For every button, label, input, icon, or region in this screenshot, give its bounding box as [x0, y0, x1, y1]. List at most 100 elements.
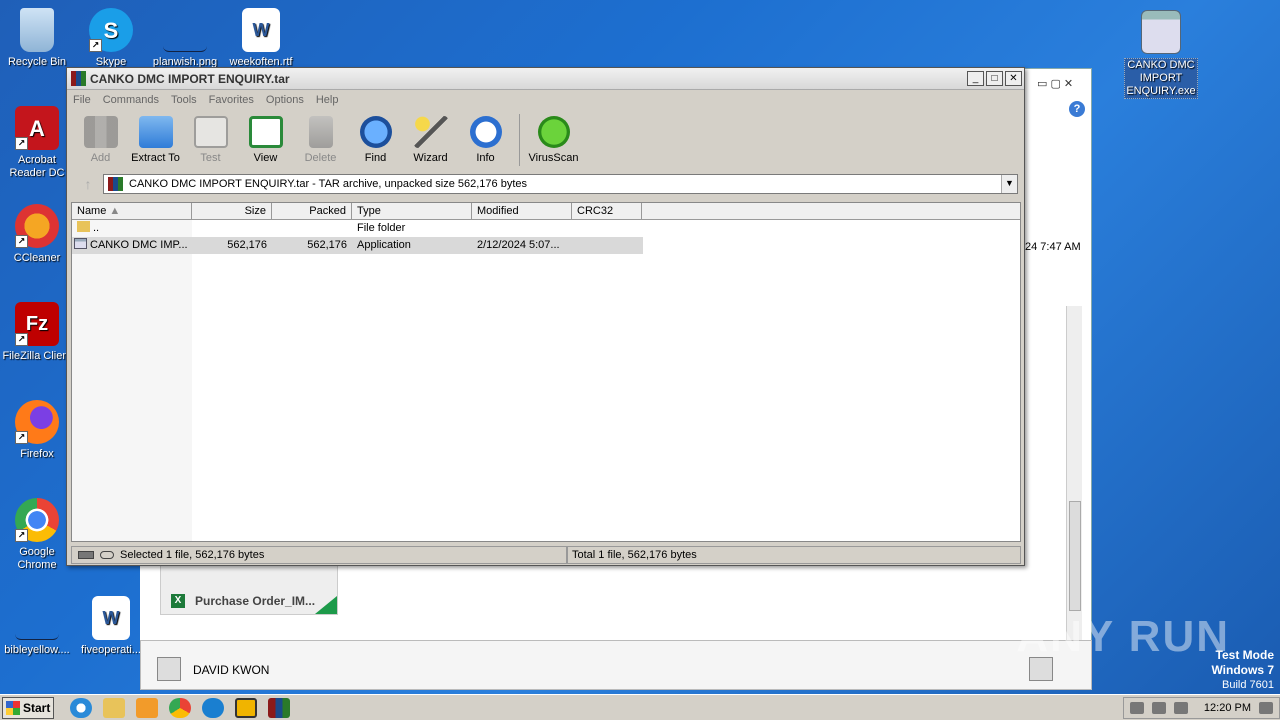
sort-up-icon: ▲	[109, 205, 121, 217]
column-packed[interactable]: Packed	[272, 203, 352, 219]
file-explorer-icon[interactable]	[103, 697, 125, 718]
desktop-icon-recycle-bin[interactable]: Recycle Bin	[0, 8, 74, 69]
image-file-icon	[163, 8, 207, 52]
name-column-shade	[72, 220, 192, 541]
window-title: CANKO DMC IMPORT ENQUIRY.tar	[90, 71, 290, 86]
column-modified[interactable]: Modified	[472, 203, 572, 219]
bug-icon	[537, 116, 570, 148]
desktop-icon-label: bibleyellow....	[4, 644, 70, 656]
chrome-icon: ↗	[15, 498, 59, 542]
path-combobox[interactable]: CANKO DMC IMPORT ENQUIRY.tar - TAR archi…	[103, 174, 1018, 194]
help-icon[interactable]: ?	[1069, 101, 1085, 117]
wand-icon	[413, 116, 448, 148]
menu-file[interactable]: File	[73, 94, 91, 106]
mail-sender-bar: DAVID KWON	[140, 640, 1092, 690]
menu-options[interactable]: Options	[266, 94, 304, 106]
book-icon	[248, 116, 283, 148]
clipboard-icon	[193, 116, 228, 148]
attachment-corner-icon	[315, 596, 337, 614]
table-row[interactable]: .. File folder	[72, 220, 643, 237]
trash-icon	[308, 116, 333, 148]
filezilla-icon: Fz ↗	[15, 302, 59, 346]
menu-help[interactable]: Help	[316, 94, 339, 106]
network-icon[interactable]	[1151, 701, 1166, 714]
virusscan-button[interactable]: VirusScan	[526, 112, 581, 168]
shortcut-arrow-icon: ↗	[89, 39, 102, 52]
outlook-icon[interactable]	[235, 697, 257, 718]
desktop-icon-planwish[interactable]: planwish.png	[148, 8, 222, 69]
winrar-window[interactable]: CANKO DMC IMPORT ENQUIRY.tar _ □ ✕ File …	[66, 67, 1025, 566]
desktop-icon-canko-exe[interactable]: CANKO DMC IMPORT ENQUIRY.exe	[1124, 10, 1198, 99]
word-document-icon: W	[92, 596, 130, 640]
attachment-card[interactable]: X Purchase Order_IM...	[160, 565, 338, 615]
shortcut-arrow-icon: ↗	[15, 137, 28, 150]
winrar-icon[interactable]	[268, 697, 290, 718]
table-row-selected[interactable]: CANKO DMC IMP... 562,176 562,176 Applica…	[72, 237, 643, 254]
info-button[interactable]: Info	[458, 112, 513, 168]
find-button[interactable]: Find	[348, 112, 403, 168]
media-player-icon[interactable]	[136, 697, 158, 718]
excel-icon: X	[171, 594, 185, 608]
desktop-icon-weekoften[interactable]: W weekoften.rtf	[224, 8, 298, 69]
speaker-icon[interactable]	[1129, 701, 1144, 714]
desktop-icon-label: Recycle Bin	[7, 56, 67, 68]
archive-icon	[108, 177, 123, 191]
close-button[interactable]: ✕	[1005, 71, 1022, 86]
desktop-icon-filezilla[interactable]: Fz ↗ FileZilla Client	[0, 302, 74, 363]
menu-commands[interactable]: Commands	[103, 94, 159, 106]
chrome-icon[interactable]	[169, 697, 191, 718]
maximize-button[interactable]: □	[986, 71, 1003, 86]
desktop-icon-chrome[interactable]: ↗ Google Chrome	[0, 498, 74, 572]
up-arrow-icon[interactable]: ↑	[73, 174, 103, 194]
edge-icon[interactable]	[202, 697, 224, 718]
internet-explorer-icon[interactable]	[70, 697, 92, 718]
title-bar[interactable]: CANKO DMC IMPORT ENQUIRY.tar _ □ ✕	[67, 68, 1024, 90]
shortcut-arrow-icon: ↗	[15, 431, 28, 444]
test-button[interactable]: Test	[183, 112, 238, 168]
scroll-thumb[interactable]	[1069, 501, 1081, 611]
path-text: CANKO DMC IMPORT ENQUIRY.tar - TAR archi…	[129, 178, 527, 190]
attachment-name: Purchase Order_IM...	[195, 594, 316, 608]
add-button[interactable]: Add	[73, 112, 128, 168]
taskbar: Start 12:20 PM	[0, 694, 1280, 720]
view-button[interactable]: View	[238, 112, 293, 168]
menu-bar: File Commands Tools Favorites Options He…	[67, 90, 1024, 110]
menu-favorites[interactable]: Favorites	[209, 94, 254, 106]
file-rows: .. File folder CANKO DMC IMP... 562,176 …	[72, 220, 643, 254]
status-total: Total 1 file, 562,176 bytes	[567, 546, 1021, 564]
desktop-icon-bibleyellow[interactable]: bibleyellow....	[0, 596, 74, 657]
start-button[interactable]: Start	[2, 696, 54, 719]
desktop-icon-fiveoperati[interactable]: W fiveoperati...	[74, 596, 148, 657]
anyrun-watermark: ANY RUN	[1016, 612, 1230, 661]
key-icon	[100, 551, 114, 559]
file-list[interactable]: Name ▲ Size Packed Type Modified CRC32 .…	[71, 202, 1021, 542]
delete-button[interactable]: Delete	[293, 112, 348, 168]
desktop-icon-ccleaner[interactable]: ↗ CCleaner	[0, 204, 74, 265]
desktop-icon-skype[interactable]: S ↗ Skype	[74, 8, 148, 69]
minimize-button[interactable]: _	[967, 71, 984, 86]
toolbar: Add Extract To Test View Delete Find Wiz…	[73, 112, 581, 168]
file-icon	[15, 596, 59, 640]
desktop-icon-acrobat[interactable]: A ↗ Acrobat Reader DC	[0, 106, 74, 180]
info-icon	[469, 116, 502, 148]
clock[interactable]: 12:20 PM	[1204, 702, 1251, 714]
column-type[interactable]: Type	[352, 203, 472, 219]
desktop-icon-label: CCleaner	[13, 252, 61, 264]
column-crc32[interactable]: CRC32	[572, 203, 642, 219]
windows-flag-icon	[6, 700, 20, 715]
desktop-icon-firefox[interactable]: ↗ Firefox	[0, 400, 74, 461]
column-size[interactable]: Size	[192, 203, 272, 219]
recycle-bin-icon	[20, 8, 54, 52]
desktop-icon-label: Firefox	[20, 448, 54, 460]
extract-to-button[interactable]: Extract To	[128, 112, 183, 168]
column-name[interactable]: Name ▲	[72, 203, 192, 219]
menu-tools[interactable]: Tools	[171, 94, 197, 106]
chevron-down-icon[interactable]: ▼	[1001, 175, 1017, 193]
flag-icon[interactable]	[1173, 701, 1188, 714]
winrar-icon	[71, 71, 86, 86]
mail-scrollbar[interactable]	[1066, 306, 1082, 642]
shortcut-arrow-icon: ↗	[15, 235, 28, 248]
show-desktop-icon[interactable]	[1259, 701, 1273, 714]
avatar	[157, 657, 181, 681]
wizard-button[interactable]: Wizard	[403, 112, 458, 168]
